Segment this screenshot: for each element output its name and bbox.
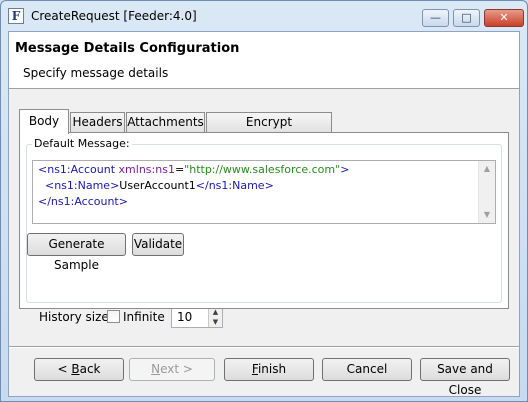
tab-encrypt-configuration[interactable]: Encrypt Configuration xyxy=(206,112,332,148)
save-and-close-button[interactable]: Save and Close xyxy=(420,358,510,397)
editor-scrollbar[interactable]: ▲ ▼ xyxy=(478,161,495,223)
code-line: </ns1:Account> xyxy=(38,195,128,208)
body-tab-panel: Default Message: ▲ ▼ <ns1:Account xmlns:… xyxy=(19,132,509,309)
code-token: xmlns:ns1 xyxy=(118,163,175,176)
minimize-button[interactable]: — xyxy=(422,9,449,27)
code-line: <ns1:Account xmlns:ns1="http://www.sales… xyxy=(38,163,349,176)
history-size-value[interactable]: 10 xyxy=(177,310,192,324)
maximize-button[interactable]: □ xyxy=(453,9,480,27)
wizard-header: Message Details Configuration Specify me… xyxy=(9,32,519,89)
cancel-button[interactable]: Cancel xyxy=(322,358,412,381)
close-button[interactable]: ✕ xyxy=(484,9,524,27)
code-token: = xyxy=(174,163,185,176)
back-rest: ack xyxy=(79,362,101,376)
dialog-client-area: Message Details Configuration Specify me… xyxy=(8,31,520,397)
code-line: <ns1:Name>UserAccount1</ns1:Name> xyxy=(38,179,274,192)
button-bar-separator xyxy=(9,346,519,348)
history-size-label: History size: xyxy=(39,310,113,324)
code-token: "http://www.salesforce.com" xyxy=(184,163,341,176)
back-mnemonic: B xyxy=(71,362,80,376)
dialog-window: F CreateRequest [Feeder:4.0] — □ ✕ Messa… xyxy=(0,0,528,402)
tab-headers[interactable]: Headers xyxy=(70,112,125,133)
back-prefix: < xyxy=(57,362,72,376)
validate-button[interactable]: Validate xyxy=(132,233,184,256)
code-token: </ns1:Account> xyxy=(38,195,128,208)
spin-down-icon[interactable]: ▼ xyxy=(208,317,222,327)
message-editor[interactable]: ▲ ▼ <ns1:Account xmlns:ns1="http://www.s… xyxy=(32,160,496,224)
tab-attachments[interactable]: Attachments xyxy=(126,112,205,133)
default-message-group: Default Message: ▲ ▼ <ns1:Account xmlns:… xyxy=(26,137,502,303)
next-mnemonic: N xyxy=(151,362,161,376)
default-message-label: Default Message: xyxy=(32,137,132,150)
code-token: <ns1:Account xyxy=(38,163,119,176)
scroll-up-arrow-icon[interactable]: ▲ xyxy=(479,161,495,177)
code-token: <ns1:Name> xyxy=(38,179,120,192)
window-title: CreateRequest [Feeder:4.0] xyxy=(31,9,197,23)
generate-sample-button[interactable]: Generate Sample xyxy=(27,233,126,272)
infinite-label[interactable]: Infinite xyxy=(123,310,165,324)
code-token: </ns1:Name> xyxy=(195,179,274,192)
history-size-spinner[interactable]: 10 ▲ ▼ xyxy=(171,306,223,328)
next-rest: ext > xyxy=(160,362,193,376)
code-token: > xyxy=(340,163,350,176)
tab-body[interactable]: Body xyxy=(19,109,69,134)
page-subtitle: Specify message details xyxy=(23,66,169,80)
finish-button[interactable]: Finish xyxy=(224,358,314,381)
page-title: Message Details Configuration xyxy=(15,41,240,56)
back-button[interactable]: < Back xyxy=(34,358,124,381)
title-bar[interactable]: F CreateRequest [Feeder:4.0] — □ ✕ xyxy=(1,1,527,31)
code-token: UserAccount1 xyxy=(119,179,196,192)
scroll-down-arrow-icon[interactable]: ▼ xyxy=(479,207,495,223)
infinite-checkbox[interactable] xyxy=(107,310,120,323)
next-button[interactable]: Next > xyxy=(129,358,215,381)
finish-rest: inish xyxy=(257,362,287,376)
app-icon: F xyxy=(8,8,24,24)
